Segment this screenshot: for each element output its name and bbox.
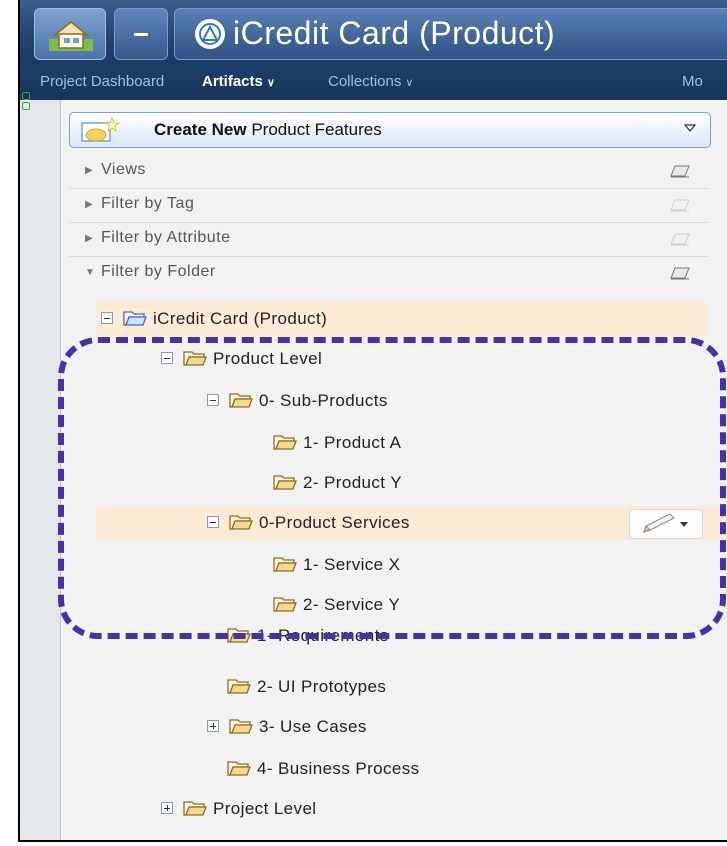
tree-node-label: 1- Product A <box>303 433 402 452</box>
folder-open-icon <box>273 435 297 450</box>
tree-node-service-y[interactable]: 2- Service Y <box>61 588 727 622</box>
tree-node-service-x[interactable]: 1- Service X <box>61 548 727 582</box>
nav-project-dashboard[interactable]: Project Dashboard <box>40 73 164 90</box>
eraser-icon[interactable] <box>669 232 691 246</box>
eraser-icon[interactable] <box>669 266 691 280</box>
nav-label: Mo <box>682 73 703 90</box>
tree-node-label: 0- Sub-Products <box>259 391 388 410</box>
tree-node-use-cases[interactable]: 3- Use Cases <box>61 710 727 744</box>
eraser-icon[interactable] <box>669 164 691 178</box>
collapse-toggle-icon[interactable] <box>161 352 173 364</box>
folder-open-icon <box>229 393 253 408</box>
filter-by-attribute[interactable]: ▶ Filter by Attribute <box>69 222 709 257</box>
product-logo-icon <box>195 19 225 49</box>
collapse-toggle-icon[interactable] <box>207 394 219 406</box>
tree-node-sub-products[interactable]: 0- Sub-Products <box>61 384 727 418</box>
folder-open-icon <box>227 628 251 643</box>
tree-node-label: 2- UI Prototypes <box>257 677 387 696</box>
tree-node-label: 4- Business Process <box>257 759 420 778</box>
home-menu-button[interactable] <box>114 8 168 60</box>
tree-node-product-services[interactable]: 0-Product Services <box>97 506 725 540</box>
nav-more[interactable]: Mo <box>682 73 703 90</box>
folder-open-icon <box>229 515 253 530</box>
collapsed-triangle-icon: ▶ <box>85 199 93 210</box>
folder-open-icon <box>273 597 297 612</box>
folder-open-icon <box>183 351 207 366</box>
filter-label: Filter by Folder <box>101 263 216 280</box>
grid-icon[interactable] <box>20 92 30 110</box>
eraser-icon[interactable] <box>669 198 691 212</box>
folder-open-icon <box>227 761 251 776</box>
create-label-rest: Product Features <box>246 120 382 139</box>
filter-label: Filter by Tag <box>101 195 195 212</box>
left-toolbar-strip <box>20 92 61 840</box>
expanded-triangle-icon: ▼ <box>85 267 95 278</box>
title-bar: iCredit Card (Product) <box>20 0 727 65</box>
home-button[interactable] <box>34 8 106 60</box>
tree-node-product-level[interactable]: Product Level <box>61 342 727 376</box>
filter-label: Filter by Attribute <box>101 229 231 246</box>
nav-artifacts[interactable]: Artifacts ∨ <box>202 73 275 90</box>
tree-node-ui-prototypes[interactable]: 2- UI Prototypes <box>61 670 727 704</box>
tree-node-business-process[interactable]: 4- Business Process <box>61 752 727 786</box>
folder-open-icon <box>273 475 297 490</box>
collapsed-triangle-icon: ▶ <box>85 165 93 176</box>
tree-node-label: 1- Service X <box>303 555 401 574</box>
filter-by-folder[interactable]: ▼ Filter by Folder <box>69 256 709 290</box>
new-artifact-icon <box>81 117 120 142</box>
create-button-label: Create New Product Features <box>154 120 382 140</box>
artifact-panel: Create New Product Features ▶ Views ▶ Fi… <box>61 100 727 840</box>
filter-by-tag[interactable]: ▶ Filter by Tag <box>69 188 709 223</box>
tree-node-label: Product Level <box>213 349 323 368</box>
tree-node-label: 2- Product Y <box>303 473 402 492</box>
nav-label: Collections <box>328 73 402 90</box>
tree-node-label: 3- Use Cases <box>259 717 367 736</box>
edit-menu-button[interactable] <box>629 509 703 539</box>
folder-open-icon <box>227 679 251 694</box>
filter-label: Views <box>101 161 146 178</box>
nav-label: Artifacts <box>202 73 263 90</box>
tree-node-product-a[interactable]: 1- Product A <box>61 426 727 460</box>
nav-label: Project Dashboard <box>40 73 165 90</box>
pencil-icon <box>643 513 688 533</box>
app-window: iCredit Card (Product) Project Dashboard… <box>18 0 727 842</box>
tree-node-requirements[interactable]: 1- Requirements <box>61 619 727 653</box>
create-new-features-button[interactable]: Create New Product Features <box>69 112 711 148</box>
tree-node-project-level[interactable]: Project Level <box>61 792 727 826</box>
tree-node-label: 1- Requirements <box>257 626 389 645</box>
house-icon <box>49 21 93 51</box>
folder-open-icon <box>229 719 253 734</box>
project-title: iCredit Card (Product) <box>233 15 556 51</box>
tree-node-label: iCredit Card (Product) <box>153 309 328 328</box>
folder-open-icon <box>273 557 297 572</box>
tree-node-product-y[interactable]: 2- Product Y <box>61 466 727 500</box>
collapsed-triangle-icon: ▶ <box>85 233 93 244</box>
chevron-down-icon: ∨ <box>266 77 275 89</box>
folder-open-icon <box>123 311 147 326</box>
expand-toggle-icon[interactable] <box>207 720 219 732</box>
tree-node-root[interactable]: iCredit Card (Product) <box>97 302 707 336</box>
tree-node-label: 2- Service Y <box>303 595 401 614</box>
expand-toggle-icon[interactable] <box>161 802 173 814</box>
tree-node-label: Project Level <box>213 799 317 818</box>
create-label-bold: Create New <box>154 120 247 139</box>
nav-collections[interactable]: Collections ∨ <box>328 73 413 90</box>
collapse-toggle-icon[interactable] <box>207 516 219 528</box>
collapse-toggle-icon[interactable] <box>101 312 113 324</box>
tree-node-label: 0-Product Services <box>259 513 410 532</box>
minus-icon <box>134 33 148 36</box>
chevron-down-icon: ∨ <box>405 77 414 89</box>
project-title-pane: iCredit Card (Product) <box>174 8 727 60</box>
filter-views[interactable]: ▶ Views <box>69 154 709 189</box>
folder-open-icon <box>183 801 207 816</box>
main-nav: Project Dashboard Artifacts ∨ Collections… <box>20 64 727 102</box>
dropdown-triangle-icon <box>684 124 696 132</box>
